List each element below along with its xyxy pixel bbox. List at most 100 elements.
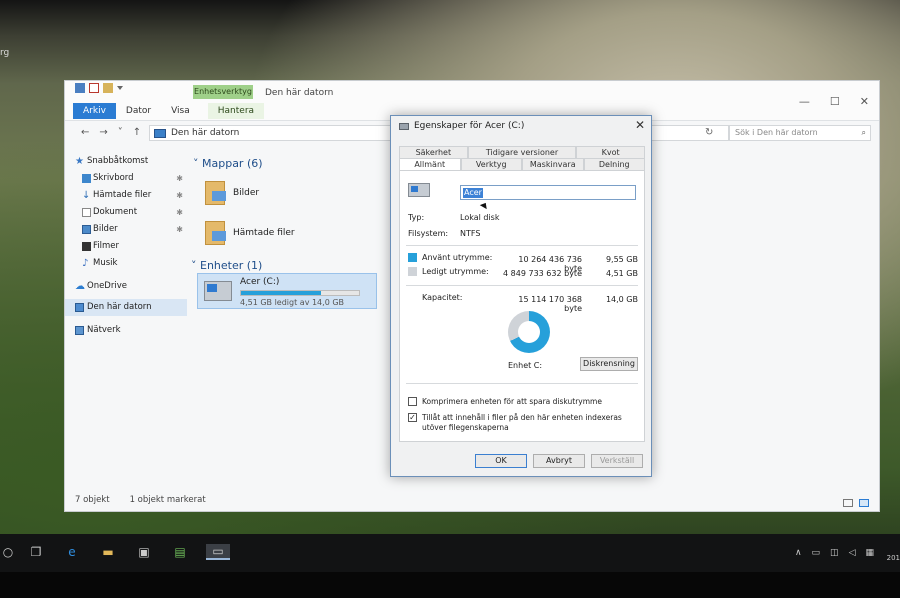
folder-item-hamtade-filer[interactable]: Hämtade filer — [205, 221, 295, 245]
sidebar-item-label: Den här datorn — [87, 302, 152, 312]
sidebar-item-den-har-datorn[interactable]: Den här datorn — [65, 299, 187, 316]
clock[interactable]: 201 — [887, 554, 900, 562]
battery-icon[interactable]: ▭ — [812, 548, 821, 558]
taskbar: ○ ❐ e ▬ ▣ ▤ ▭ ∧ ▭ ◫ ◁ ▦ 201 — [0, 534, 900, 572]
drive-free-text: 4,51 GB ledigt av 14,0 GB — [240, 298, 345, 307]
index-checkbox[interactable]: ✓ — [408, 413, 417, 422]
search-input[interactable]: Sök i Den här datorn ⌕ — [729, 125, 871, 141]
cloud-icon: ☁ — [75, 281, 85, 292]
drive-letter-label: Enhet C: — [508, 361, 543, 370]
network-icon[interactable]: ◫ — [830, 548, 839, 558]
tab-tidigare-versioner[interactable]: Tidigare versioner — [467, 146, 577, 158]
folder-item-bilder[interactable]: Bilder — [205, 181, 259, 205]
status-item-count: 7 objekt — [75, 495, 110, 505]
divider — [406, 245, 638, 246]
pictures-folder-icon — [205, 181, 226, 205]
refresh-icon[interactable]: ↻ — [705, 127, 713, 138]
notes-app-icon[interactable]: ▤ — [172, 544, 188, 560]
sidebar-item-bilder[interactable]: Bilder ✱ — [65, 221, 187, 238]
tab-verktyg[interactable]: Verktyg — [460, 158, 522, 170]
minimize-button[interactable]: — — [799, 95, 810, 108]
dialog-close-button[interactable]: ✕ — [635, 118, 645, 132]
tab-visa[interactable]: Visa — [161, 103, 200, 119]
status-selected-count: 1 objekt markerat — [129, 495, 206, 505]
edge-icon[interactable]: e — [64, 544, 80, 560]
up-arrow-icon[interactable]: ↑ — [133, 127, 141, 138]
apply-button[interactable]: Verkställ — [591, 454, 643, 468]
sidebar-item-dokument[interactable]: Dokument ✱ — [65, 204, 187, 221]
file-explorer-taskbar-icon[interactable]: ▬ — [100, 544, 116, 560]
divider — [406, 383, 638, 384]
pin-icon[interactable]: ✱ — [176, 187, 183, 204]
disk-cleanup-button[interactable]: Diskrensning — [580, 357, 638, 371]
cancel-button[interactable]: Avbryt — [533, 454, 585, 468]
context-tab-drive-tools[interactable]: Enhetsverktyg — [193, 85, 253, 99]
type-value: Lokal disk — [460, 213, 500, 222]
chevron-down-icon: ˅ — [193, 157, 202, 170]
group-heading-devices[interactable]: ˅ Enheter (1) — [191, 259, 262, 272]
forward-arrow-icon[interactable]: → — [99, 127, 107, 138]
close-button[interactable]: ✕ — [860, 95, 869, 108]
hard-drive-icon — [408, 183, 430, 197]
tiles-view-icon[interactable] — [859, 499, 869, 507]
sidebar-item-onedrive[interactable]: ☁ OneDrive — [65, 278, 187, 295]
sidebar-item-skrivbord[interactable]: Skrivbord ✱ — [65, 170, 187, 187]
sidebar-item-filmer[interactable]: Filmer — [65, 238, 187, 255]
store-icon[interactable]: ▣ — [136, 544, 152, 560]
used-space-gb: 9,55 GB — [605, 255, 638, 264]
maximize-button[interactable]: ☐ — [830, 95, 840, 108]
task-view-icon[interactable]: ❐ — [28, 544, 44, 560]
tab-arkiv[interactable]: Arkiv — [73, 103, 116, 119]
address-text: Den här datorn — [171, 128, 240, 138]
sidebar-item-label: OneDrive — [87, 281, 127, 291]
pin-icon[interactable]: ✱ — [176, 170, 183, 187]
disk-usage-donut-chart — [508, 311, 550, 353]
compress-label: Komprimera enheten för att spara diskutr… — [422, 397, 602, 406]
download-icon: ↓ — [82, 190, 91, 201]
back-arrow-icon[interactable]: ← — [81, 127, 89, 138]
pin-icon[interactable]: ✱ — [176, 221, 183, 238]
system-tray: ∧ ▭ ◫ ◁ ▦ — [795, 548, 874, 558]
notifications-icon[interactable]: ▦ — [865, 548, 874, 558]
quick-access-toolbar — [75, 83, 123, 93]
group-heading-folders[interactable]: ˅ Mappar (6) — [193, 157, 263, 170]
drive-name: Acer (C:) — [240, 277, 280, 287]
dialog-title-bar: Egenskaper för Acer (C:) — [399, 121, 524, 131]
drive-name-input[interactable] — [460, 185, 636, 200]
tab-dator[interactable]: Dator — [116, 103, 161, 119]
sidebar-item-label: Filmer — [93, 241, 119, 251]
tab-sakerhet[interactable]: Säkerhet — [399, 146, 468, 158]
tab-allmant[interactable]: Allmänt — [399, 158, 461, 170]
downloads-folder-icon — [205, 221, 226, 245]
divider — [406, 285, 638, 286]
check-icon[interactable] — [89, 83, 99, 93]
sidebar-item-hamtade-filer[interactable]: ↓ Hämtade filer ✱ — [65, 187, 187, 204]
recent-chevron-icon[interactable]: ˅ — [118, 127, 123, 138]
ok-button[interactable]: OK — [475, 454, 527, 468]
chevron-down-icon[interactable] — [117, 86, 123, 90]
details-view-icon[interactable] — [843, 499, 853, 507]
properties-window-taskbar-icon[interactable]: ▭ — [206, 544, 230, 560]
navigation-buttons: ← → ˅ ↑ — [81, 127, 141, 138]
capacity-label: Kapacitet: — [422, 293, 463, 302]
properties-icon[interactable] — [75, 83, 85, 93]
tab-hantera[interactable]: Hantera — [207, 103, 265, 119]
tab-kvot[interactable]: Kvot — [576, 146, 646, 158]
new-folder-icon[interactable] — [103, 83, 113, 93]
tab-delning[interactable]: Delning — [583, 158, 645, 170]
volume-icon[interactable]: ◁ — [849, 548, 856, 558]
pin-icon[interactable]: ✱ — [176, 204, 183, 221]
compress-checkbox[interactable] — [408, 397, 417, 406]
drive-name-selection: Acer — [463, 188, 483, 198]
tab-maskinvara[interactable]: Maskinvara — [522, 158, 584, 170]
sidebar-item-natverk[interactable]: Nätverk — [65, 322, 187, 339]
window-controls: — ☐ ✕ — [799, 95, 869, 108]
drive-tile-acer-c[interactable]: Acer (C:) 4,51 GB ledigt av 14,0 GB — [197, 273, 377, 309]
cortana-icon[interactable]: ○ — [0, 544, 16, 560]
group-heading-label: Mappar (6) — [202, 157, 263, 170]
capacity-bytes: 15 114 170 368 byte — [518, 295, 582, 313]
mouse-cursor — [479, 200, 490, 210]
chevron-up-icon[interactable]: ∧ — [795, 548, 802, 558]
sidebar-item-snabbatkomst[interactable]: ★ Snabbåtkomst — [65, 153, 187, 170]
sidebar-item-musik[interactable]: ♪ Musik — [65, 255, 187, 272]
